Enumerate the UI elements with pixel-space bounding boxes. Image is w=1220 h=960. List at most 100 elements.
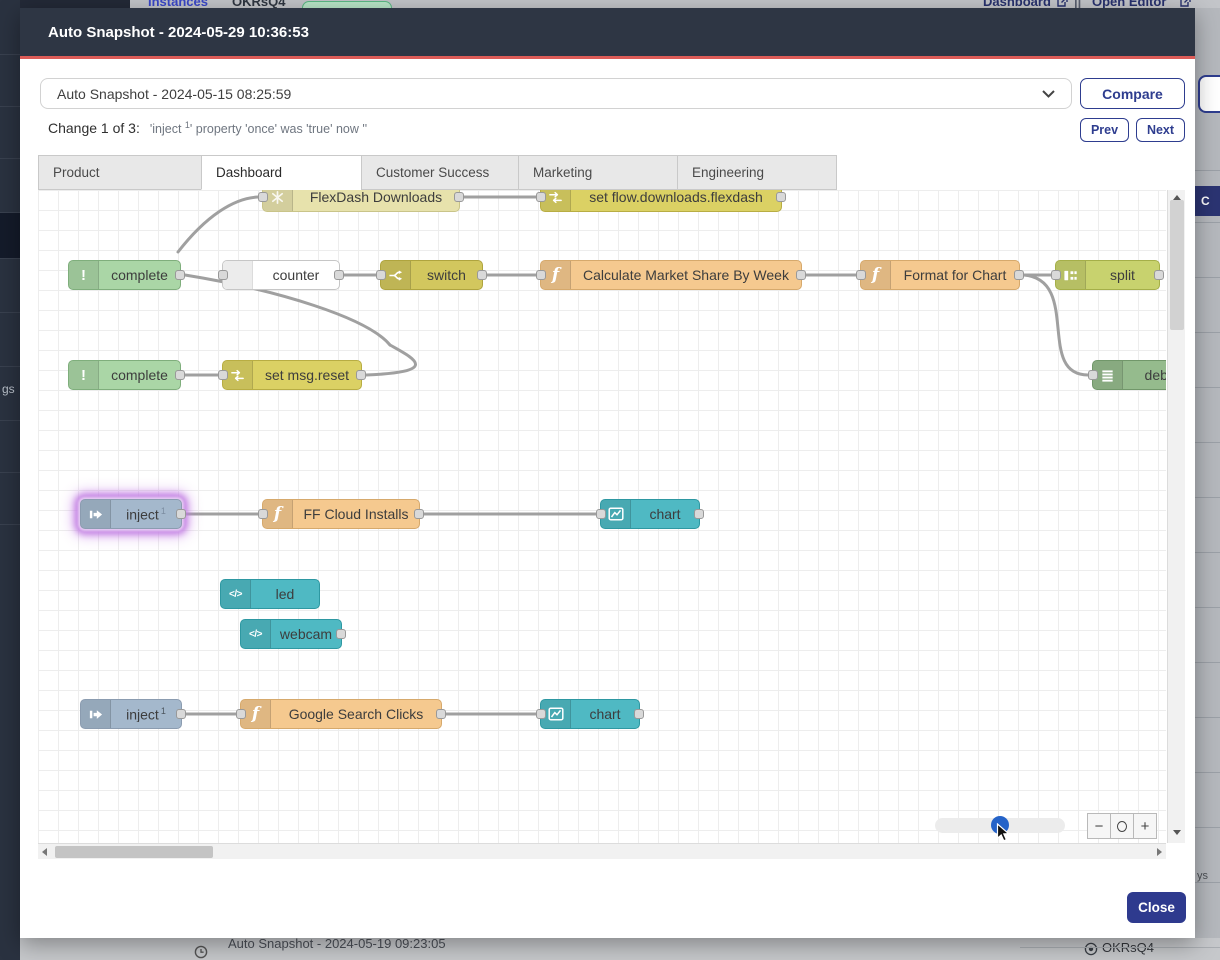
breadcrumb-instance-name: OKRsQ4 (232, 0, 285, 8)
output-port[interactable] (175, 370, 185, 380)
flow-node-complete-1[interactable]: !complete (68, 260, 181, 290)
zoom-out-button[interactable]: − (1087, 813, 1111, 839)
clock-icon (194, 945, 208, 959)
input-port[interactable] (536, 270, 546, 280)
zoom-reset-button[interactable] (1110, 813, 1134, 839)
flow-node-calculate-market-share[interactable]: fCalculate Market Share By Week (540, 260, 802, 290)
close-button[interactable]: Close (1127, 892, 1186, 923)
flow-node-split[interactable]: split (1055, 260, 1160, 290)
output-port[interactable] (1154, 270, 1164, 280)
modal-header: Auto Snapshot - 2024-05-29 10:36:53 (20, 8, 1195, 56)
input-port[interactable] (258, 192, 268, 202)
tab-dashboard[interactable]: Dashboard (201, 155, 362, 190)
vertical-scrollbar[interactable] (1167, 190, 1185, 843)
node-label: complete (99, 367, 180, 383)
background-list-avatar: C (1195, 186, 1220, 216)
flow-node-ff-cloud-installs[interactable]: fFF Cloud Installs (262, 499, 420, 529)
input-port[interactable] (218, 270, 228, 280)
input-port[interactable] (1088, 370, 1098, 380)
flow-node-google-search-clicks[interactable]: fGoogle Search Clicks (240, 699, 442, 729)
scroll-right-arrow-icon[interactable] (1157, 848, 1162, 856)
node-label: FlexDash Downloads (293, 190, 459, 205)
vertical-scrollbar-thumb[interactable] (1170, 200, 1184, 330)
app-sidebar: gs (0, 0, 20, 960)
output-port[interactable] (176, 509, 186, 519)
flow-node-set-msg-reset[interactable]: set msg.reset (222, 360, 362, 390)
input-port[interactable] (536, 709, 546, 719)
output-port[interactable] (694, 509, 704, 519)
flow-node-debug[interactable]: debug (1092, 360, 1166, 390)
output-port[interactable] (796, 270, 806, 280)
output-port[interactable] (454, 192, 464, 202)
prev-change-button[interactable]: Prev (1080, 118, 1129, 142)
flow-node-set-flow-downloads-flexdash[interactable]: set flow.downloads.flexdash (540, 190, 782, 212)
output-port[interactable] (436, 709, 446, 719)
tab-customer-success[interactable]: Customer Success (361, 155, 519, 190)
output-port[interactable] (634, 709, 644, 719)
flow-node-webcam[interactable]: </>webcam (240, 619, 342, 649)
modal-accent-line (20, 56, 1195, 59)
modal-title: Auto Snapshot - 2024-05-29 10:36:53 (48, 24, 309, 41)
flow-node-counter[interactable]: counter (222, 260, 340, 290)
dashboard-link[interactable]: Dashboard (983, 0, 1051, 8)
change-summary: Change 1 of 3: 'inject 1' property 'once… (48, 120, 367, 136)
background-text-fragment: ys (1197, 870, 1208, 882)
tab-product[interactable]: Product (38, 155, 202, 190)
zoom-in-button[interactable]: + (1133, 813, 1157, 839)
snapshot-select[interactable]: Auto Snapshot - 2024-05-15 08:25:59 (40, 78, 1072, 109)
output-port[interactable] (477, 270, 487, 280)
compare-button[interactable]: Compare (1080, 78, 1185, 109)
output-port[interactable] (176, 709, 186, 719)
scroll-left-arrow-icon[interactable] (42, 848, 47, 856)
node-label: inject1 (111, 706, 181, 723)
input-port[interactable] (536, 192, 546, 202)
output-port[interactable] (334, 270, 344, 280)
node-label: Calculate Market Share By Week (571, 267, 801, 283)
output-port[interactable] (336, 629, 346, 639)
flow-node-switch[interactable]: switch (380, 260, 483, 290)
flow-canvas[interactable]: FlexDash Downloads set flow.downloads.fle… (38, 190, 1166, 843)
node-label: set flow.downloads.flexdash (571, 190, 781, 205)
flow-node-flexdash-downloads[interactable]: FlexDash Downloads (262, 190, 460, 212)
output-port[interactable] (414, 509, 424, 519)
flow-node-format-for-chart[interactable]: fFormat for Chart (860, 260, 1020, 290)
node-label: debug (1123, 367, 1166, 383)
code-icon: </> (221, 580, 251, 608)
tab-engineering[interactable]: Engineering (677, 155, 837, 190)
open-editor-link[interactable]: Open Editor (1092, 0, 1166, 8)
sidebar-selected-item[interactable] (0, 212, 20, 258)
complete-icon: ! (69, 261, 99, 289)
flow-node-complete-2[interactable]: !complete (68, 360, 181, 390)
node-label: chart (571, 706, 639, 722)
external-link-icon (1057, 0, 1068, 8)
input-port[interactable] (258, 509, 268, 519)
horizontal-scrollbar[interactable] (38, 843, 1166, 859)
output-port[interactable] (1014, 270, 1024, 280)
input-port[interactable] (856, 270, 866, 280)
flow-nodes: FlexDash Downloads set flow.downloads.fle… (38, 190, 1166, 843)
input-port[interactable] (596, 509, 606, 519)
horizontal-scrollbar-thumb[interactable] (55, 846, 213, 858)
output-port[interactable] (175, 270, 185, 280)
input-port[interactable] (1051, 270, 1061, 280)
flow-node-led[interactable]: </>led (220, 579, 320, 609)
breadcrumb-instances[interactable]: Instances (148, 0, 208, 8)
sidebar-item-settings-fragment[interactable]: gs (2, 382, 15, 396)
output-port[interactable] (356, 370, 366, 380)
mouse-cursor (996, 823, 1011, 843)
input-port[interactable] (218, 370, 228, 380)
input-port[interactable] (376, 270, 386, 280)
scroll-down-arrow-icon[interactable] (1173, 830, 1181, 835)
node-label: Format for Chart (891, 267, 1019, 283)
zoom-reset-icon (1117, 821, 1127, 832)
flow-node-chart-1[interactable]: chart (600, 499, 700, 529)
node-label: set msg.reset (253, 367, 361, 383)
flow-node-inject-1[interactable]: inject1 (80, 499, 182, 529)
flow-node-chart-2[interactable]: chart (540, 699, 640, 729)
input-port[interactable] (236, 709, 246, 719)
tab-marketing[interactable]: Marketing (518, 155, 678, 190)
inject-icon (81, 500, 111, 528)
output-port[interactable] (776, 192, 786, 202)
flow-node-inject-2[interactable]: inject1 (80, 699, 182, 729)
next-change-button[interactable]: Next (1136, 118, 1185, 142)
